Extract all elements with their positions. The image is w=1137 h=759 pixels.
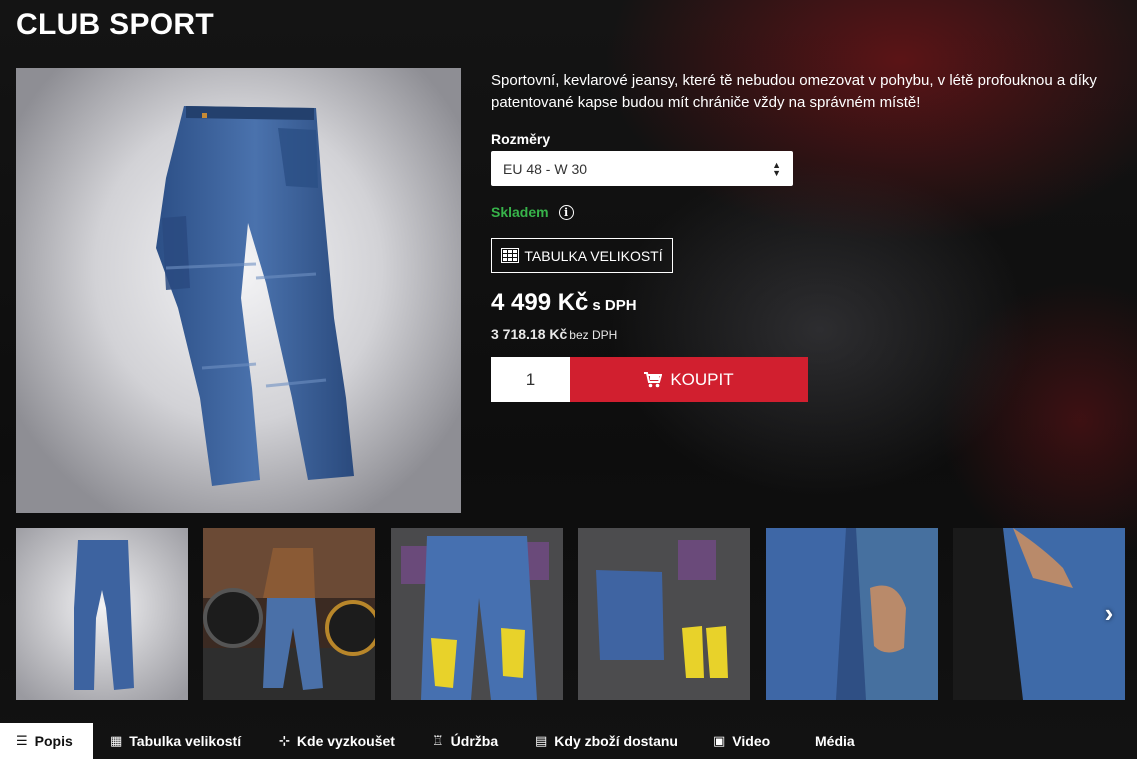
size-select[interactable]: EU 48 - W 30 ▲ ▼ (491, 151, 793, 186)
quantity-input[interactable]: 1 (491, 357, 570, 402)
select-arrows-icon: ▲ ▼ (772, 159, 781, 178)
tab-video[interactable]: ▣ Video (713, 723, 770, 759)
price-with-vat-suffix: s DPH (592, 297, 637, 314)
size-label: Rozměry (491, 131, 551, 147)
stock-status: Skladem i (491, 204, 574, 220)
cart-icon (644, 371, 663, 387)
thumbnail-1[interactable] (16, 528, 188, 700)
product-title: CLUB SPORT (16, 8, 214, 41)
film-icon: ▣ (713, 733, 726, 749)
calendar-icon: ▤ (535, 733, 548, 749)
tab-popis[interactable]: ☰ Popis (0, 723, 93, 759)
thumbnail-2[interactable] (203, 528, 375, 700)
tab-label: Údržba (450, 733, 499, 749)
grid-icon (501, 248, 520, 263)
info-icon[interactable]: i (558, 204, 574, 220)
tab-label: Tabulka velikostí (129, 733, 242, 749)
tab-kde-vyzkouset[interactable]: ⊹ Kde vyzkoušet (279, 723, 395, 759)
product-tabs: ☰ Popis ▦ Tabulka velikostí ⊹ Kde vyzkou… (0, 723, 1137, 759)
table-icon: ▦ (110, 733, 123, 749)
buy-button-label: KOUPIT (670, 369, 734, 389)
price-without-vat-suffix: bez DPH (569, 328, 618, 342)
tab-media[interactable]: Média (815, 723, 855, 759)
tab-label: Popis (34, 733, 73, 749)
product-description: Sportovní, kevlarové jeansy, které tě ne… (491, 72, 1097, 111)
buy-button[interactable]: KOUPIT (570, 357, 808, 402)
stock-status-label: Skladem (491, 204, 549, 220)
tab-label: Kdy zboží dostanu (554, 733, 678, 749)
price-with-vat: 4 499 Kč s DPH (491, 289, 637, 317)
price-without-vat: 3 718.18 Kč bez DPH (491, 326, 617, 342)
tab-label: Kde vyzkoušet (296, 733, 395, 749)
tab-tabulka-velikosti[interactable]: ▦ Tabulka velikostí (110, 723, 241, 759)
price-with-vat-value: 4 499 Kč (491, 289, 589, 316)
signpost-icon: ⊹ (279, 733, 290, 749)
tab-label: Video (732, 733, 771, 749)
size-table-button[interactable]: TABULKA VELIKOSTÍ (491, 238, 673, 273)
list-icon: ☰ (16, 733, 28, 749)
thumbnail-5[interactable] (766, 528, 938, 700)
size-table-button-label: TABULKA VELIKOSTÍ (524, 247, 663, 264)
tab-kdy-zbozi-dostanu[interactable]: ▤ Kdy zboží dostanu (535, 723, 678, 759)
thumbnail-3[interactable] (391, 528, 563, 700)
size-select-value: EU 48 - W 30 (503, 160, 588, 177)
shirt-icon: ♖ (432, 733, 444, 749)
price-without-vat-value: 3 718.18 Kč (491, 326, 568, 342)
tab-label: Média (815, 733, 855, 749)
chevron-right-icon[interactable]: › (1097, 598, 1121, 628)
tab-udrzba[interactable]: ♖ Údržba (432, 723, 498, 759)
product-main-image[interactable] (16, 68, 461, 513)
thumbnail-4[interactable] (578, 528, 750, 700)
